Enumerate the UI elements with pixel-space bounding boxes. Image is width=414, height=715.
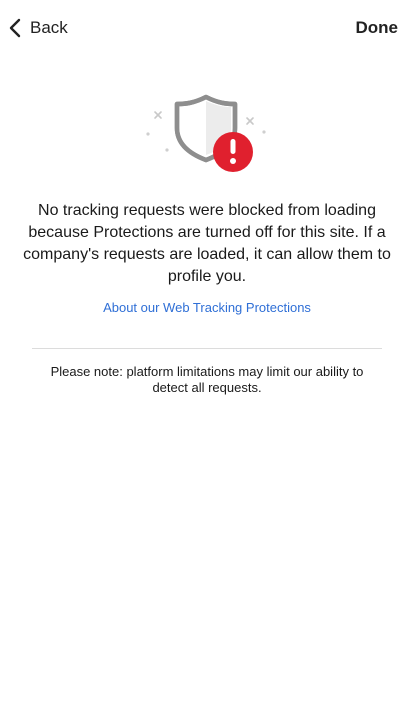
navigation-bar: Back Done bbox=[0, 0, 414, 56]
protections-off-illustration bbox=[140, 88, 274, 174]
back-label: Back bbox=[30, 18, 68, 37]
back-button[interactable]: Back bbox=[6, 14, 68, 42]
protections-off-message: No tracking requests were blocked from l… bbox=[23, 202, 391, 285]
platform-limitations-note: Please note: platform limitations may li… bbox=[50, 364, 364, 395]
chevron-left-icon bbox=[9, 18, 21, 38]
tracker-details-screen: Back Done No tracking requests were bloc… bbox=[0, 0, 414, 715]
web-tracking-protections-link[interactable]: About our Web Tracking Protections bbox=[0, 299, 414, 317]
divider bbox=[32, 348, 382, 349]
done-button[interactable]: Done bbox=[356, 14, 399, 42]
shield-icon bbox=[146, 94, 266, 172]
alert-exclamation-icon bbox=[213, 132, 253, 172]
